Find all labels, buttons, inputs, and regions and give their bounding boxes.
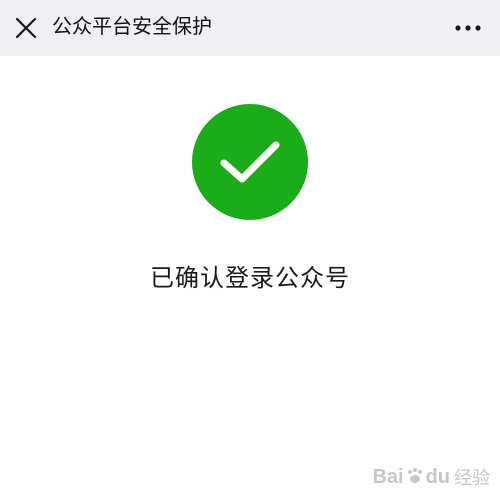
more-dots-icon xyxy=(455,25,481,31)
more-button[interactable] xyxy=(448,10,488,46)
nav-bar: 公众平台安全保护 xyxy=(0,0,500,56)
check-icon xyxy=(220,141,280,183)
baidu-paw-icon xyxy=(407,467,422,483)
close-icon xyxy=(15,17,37,39)
screen: 公众平台安全保护 已确认登录公众号 Bai du 经验 xyxy=(0,0,500,500)
baidu-watermark: Bai du 经验 xyxy=(372,462,490,492)
watermark-brand: Bai du xyxy=(372,465,450,488)
watermark-sub: 经验 xyxy=(454,468,490,489)
page-title: 公众平台安全保护 xyxy=(52,14,212,38)
close-button[interactable] xyxy=(8,10,44,46)
login-confirmed-text: 已确认登录公众号 xyxy=(150,264,350,292)
success-circle xyxy=(192,104,308,220)
